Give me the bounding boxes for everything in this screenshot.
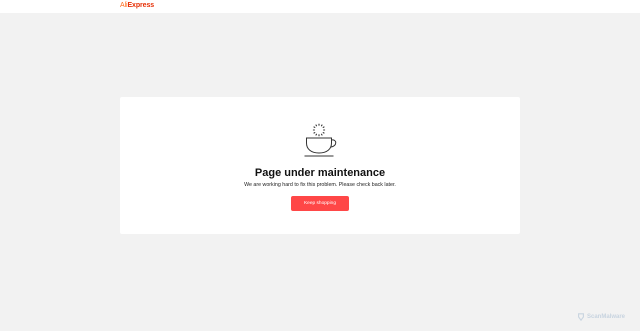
aliexpress-logo[interactable]: AliExpress [120,2,154,10]
logo-express-text: Express [127,2,155,9]
watermark-text: ScanMalware [587,314,626,320]
scanmalware-logo-icon [578,313,584,321]
page-title: Page under maintenance [254,167,386,179]
maintenance-card: Page under maintenance We are working ha… [120,97,520,234]
top-bar: AliExpress [0,0,640,13]
scanmalware-watermark: ScanMalware [577,312,625,322]
keep-shopping-button[interactable]: Keep shopping [291,196,349,211]
maintenance-message: We are working hard to fix this problem.… [244,182,396,188]
coffee-cup-icon [304,123,337,157]
